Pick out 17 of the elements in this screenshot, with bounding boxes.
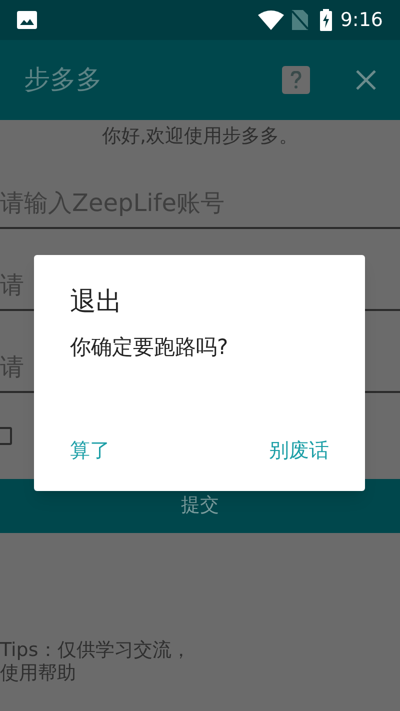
dialog-title: 退出 xyxy=(70,286,123,319)
battery-charging-icon xyxy=(320,9,332,31)
help-button[interactable] xyxy=(282,66,310,94)
close-button[interactable] xyxy=(354,68,378,92)
app-title: 步多多 xyxy=(24,64,102,96)
image-icon xyxy=(17,11,37,29)
no-sim-icon xyxy=(292,10,308,30)
tips-text: 使用帮助 xyxy=(0,662,77,684)
greeting-text: 你好,欢迎使用步多多。 xyxy=(102,124,298,149)
clock: 9:16 xyxy=(340,8,383,33)
close-icon xyxy=(355,69,377,91)
wifi-icon xyxy=(258,10,284,30)
dialog-button[interactable]: 别废话 xyxy=(269,435,329,465)
dialog-button[interactable]: 算了 xyxy=(70,435,110,465)
tips-text: Tips：仅供学习交流， xyxy=(0,638,192,662)
help-icon xyxy=(290,71,302,89)
dialog-message: 你确定要跑路吗? xyxy=(70,334,230,361)
